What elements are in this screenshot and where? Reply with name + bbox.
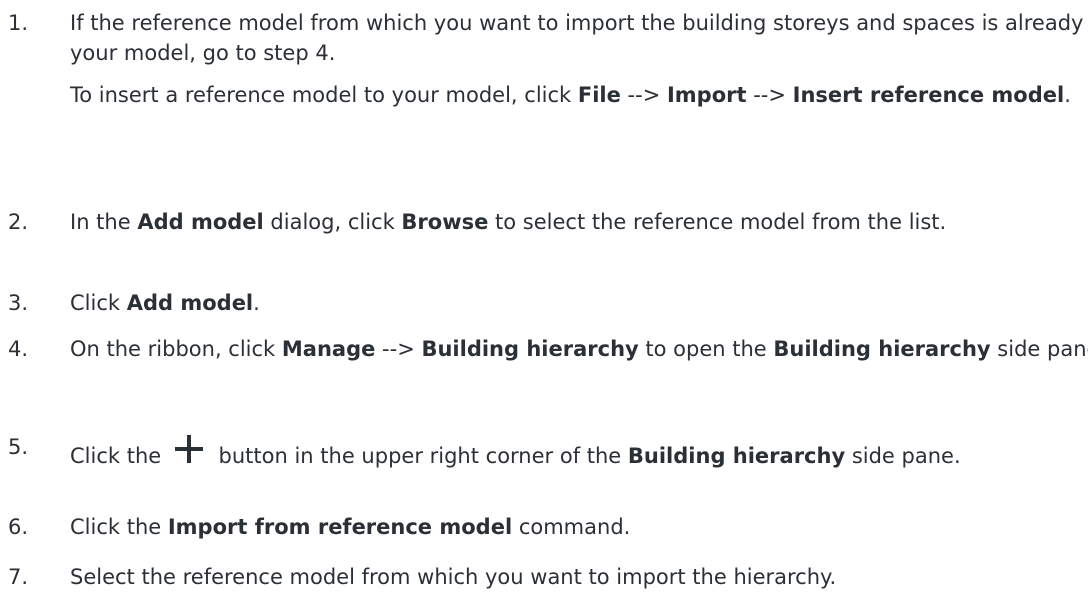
- step-1: 1. If the reference model from which you…: [0, 8, 1088, 110]
- dialog-add-model: Add model: [137, 210, 264, 234]
- step-5-paragraph: Click the button in the upper right corn…: [70, 432, 1088, 471]
- command-building-hierarchy: Building hierarchy: [421, 337, 639, 361]
- step-number: 1.: [8, 11, 29, 35]
- menu-import: Import: [666, 83, 747, 107]
- step-1-paragraph-2: To insert a reference model to your mode…: [70, 83, 1071, 107]
- step-number: 7.: [8, 565, 29, 589]
- menu-file: File: [577, 83, 621, 107]
- step-7-paragraph: Select the reference model from which yo…: [70, 565, 837, 589]
- pane-building-hierarchy: Building hierarchy: [773, 337, 991, 361]
- step-3: 3. Click Add model.: [0, 288, 1088, 318]
- step-7: 7. Select the reference model from which…: [0, 562, 1088, 592]
- step-5: 5. Click the button in the upper right c…: [0, 432, 1088, 471]
- command-import-from-reference-model: Import from reference model: [167, 515, 513, 539]
- button-browse: Browse: [401, 210, 489, 234]
- plus-icon: [172, 432, 206, 466]
- step-3-paragraph: Click Add model.: [70, 291, 260, 315]
- step-1-paragraph-1: If the reference model from which you wa…: [70, 11, 1088, 65]
- menu-insert-reference-model: Insert reference model: [792, 83, 1065, 107]
- step-4: 4. On the ribbon, click Manage --> Build…: [0, 334, 1088, 364]
- pane-building-hierarchy: Building hierarchy: [627, 444, 846, 468]
- step-2: 2. In the Add model dialog, click Browse…: [0, 207, 1088, 237]
- step-6-paragraph: Click the Import from reference model co…: [70, 515, 631, 539]
- step-2-paragraph: In the Add model dialog, click Browse to…: [70, 210, 947, 234]
- instruction-document: 1. If the reference model from which you…: [0, 0, 1088, 602]
- step-number: 5.: [8, 435, 29, 459]
- tab-manage: Manage: [281, 337, 376, 361]
- step-4-paragraph: On the ribbon, click Manage --> Building…: [70, 337, 1088, 361]
- step-6: 6. Click the Import from reference model…: [0, 512, 1088, 542]
- button-add-model: Add model: [126, 291, 254, 315]
- step-number: 4.: [8, 337, 29, 361]
- step-number: 2.: [8, 210, 29, 234]
- step-number: 6.: [8, 515, 29, 539]
- step-number: 3.: [8, 291, 29, 315]
